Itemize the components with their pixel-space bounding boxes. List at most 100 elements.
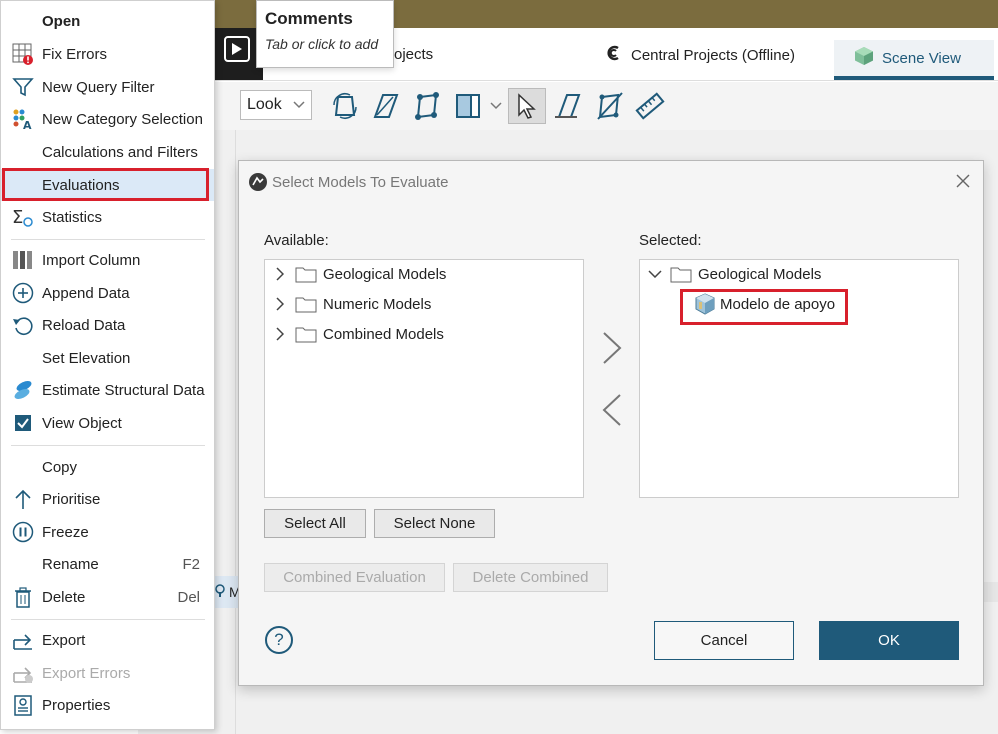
comments-tooltip[interactable]: Comments Tab or click to add	[256, 0, 394, 68]
trash-icon	[11, 585, 35, 609]
funnel-icon	[11, 75, 35, 99]
export-icon	[11, 628, 35, 652]
menu-item-label: Append Data	[42, 284, 130, 302]
menu-item-label: New Category Selection	[42, 110, 203, 128]
tree-item-label: Numeric Models	[323, 295, 432, 313]
checkbox-checked-icon	[11, 411, 35, 435]
tab-scene-view[interactable]: Scene View	[834, 40, 994, 80]
menu-item-copy[interactable]: Copy	[1, 451, 214, 483]
select-all-button[interactable]: Select All	[264, 509, 366, 538]
tree-item-label: Geological Models	[323, 265, 447, 283]
play-icon[interactable]	[224, 36, 250, 62]
tree-item-label: Geological Models	[698, 265, 822, 283]
tree-item-geological-models-selected[interactable]: Geological Models	[646, 262, 821, 286]
table-icon	[984, 582, 998, 602]
ruler-icon[interactable]	[634, 90, 666, 122]
cancel-button[interactable]: Cancel	[654, 621, 794, 660]
selected-label: Selected:	[639, 232, 702, 249]
context-menu: Open Fix Errors New Query Filter A New C…	[0, 0, 215, 730]
menu-item-reload-data[interactable]: Reload Data	[1, 309, 214, 341]
add-selection-arrow-icon[interactable]	[598, 330, 626, 366]
close-icon[interactable]	[952, 170, 974, 192]
rotate-view-icon[interactable]	[329, 90, 361, 122]
import-column-icon	[11, 248, 35, 272]
pause-circle-icon	[11, 520, 35, 544]
chevron-right-icon[interactable]	[271, 327, 289, 341]
menu-item-delete[interactable]: Delete Del	[1, 581, 214, 613]
menu-item-export-errors: Export Errors	[1, 657, 214, 689]
menu-item-label: Rename	[42, 555, 99, 573]
menu-item-new-query-filter[interactable]: New Query Filter	[1, 71, 214, 103]
available-list[interactable]: Geological Models Numeric Models Combine…	[264, 259, 584, 498]
help-icon[interactable]: ?	[265, 626, 293, 654]
fix-errors-icon	[11, 42, 35, 66]
menu-item-label: Properties	[42, 696, 111, 714]
plus-circle-icon	[11, 281, 35, 305]
menu-item-append-data[interactable]: Append Data	[1, 277, 214, 309]
menu-item-estimate-structural-data[interactable]: Estimate Structural Data	[1, 374, 214, 406]
tab-scene-label: Scene View	[882, 49, 961, 67]
available-label: Available:	[264, 232, 329, 249]
menu-item-freeze[interactable]: Freeze	[1, 516, 214, 548]
menu-item-view-object[interactable]: View Object	[1, 407, 214, 439]
menu-item-shortcut: Del	[177, 588, 200, 606]
menu-item-statistics[interactable]: Σ Statistics	[1, 201, 214, 233]
chevron-down-icon[interactable]	[646, 270, 664, 278]
slice-icon[interactable]	[452, 90, 484, 122]
tab-central-projects[interactable]: Central Projects (Offline)	[605, 44, 795, 66]
menu-item-label: Export Errors	[42, 664, 131, 682]
menu-item-calculations-filters[interactable]: Calculations and Filters	[1, 136, 214, 168]
slice-dropdown-icon[interactable]	[486, 90, 506, 122]
remove-selection-arrow-icon[interactable]	[598, 392, 626, 428]
menu-item-shortcut: F2	[182, 555, 200, 573]
menu-item-label: Calculations and Filters	[42, 143, 198, 161]
arrow-up-icon	[11, 487, 35, 511]
menu-item-rename[interactable]: Rename F2	[1, 548, 214, 580]
menu-item-label: Freeze	[42, 523, 89, 541]
folder-icon	[295, 265, 317, 283]
combined-evaluation-label: Combined Evaluation	[283, 569, 426, 586]
menu-separator	[11, 445, 205, 446]
tree-item-numeric-models[interactable]: Numeric Models	[271, 292, 431, 316]
menu-item-new-category-selection[interactable]: A New Category Selection	[1, 103, 214, 135]
menu-item-label: Estimate Structural Data	[42, 381, 205, 399]
tree-item-label: Combined Models	[323, 325, 444, 343]
menu-item-properties[interactable]: Properties	[1, 689, 214, 721]
menu-separator	[11, 619, 205, 620]
folder-icon	[295, 295, 317, 313]
draw-plane-icon[interactable]	[370, 90, 402, 122]
menu-item-label: Export	[42, 631, 86, 649]
chevron-right-icon[interactable]	[271, 297, 289, 311]
tab-projects[interactable]: ojects	[394, 46, 433, 63]
reload-icon	[11, 313, 35, 337]
select-none-label: Select None	[393, 515, 476, 532]
menu-separator	[11, 239, 205, 240]
select-none-button[interactable]: Select None	[374, 509, 495, 538]
project-tree-strip	[215, 130, 236, 734]
menu-item-fix-errors[interactable]: Fix Errors	[1, 38, 214, 70]
chevron-right-icon[interactable]	[271, 267, 289, 281]
sigma-icon: Σ	[11, 205, 35, 229]
background-tree-row: M	[215, 576, 241, 608]
edit-points-icon[interactable]	[593, 90, 625, 122]
menu-item-label: Open	[42, 12, 81, 30]
cancel-label: Cancel	[700, 632, 748, 649]
central-logo-icon	[605, 44, 623, 66]
ok-button[interactable]: OK	[819, 621, 959, 660]
svg-text:A: A	[23, 119, 32, 130]
tree-item-geological-models[interactable]: Geological Models	[271, 262, 446, 286]
menu-item-open[interactable]: Open	[1, 5, 214, 37]
help-label: ?	[274, 630, 284, 649]
menu-item-set-elevation[interactable]: Set Elevation	[1, 342, 214, 374]
modelo-highlight-box	[680, 289, 848, 325]
menu-item-import-column[interactable]: Import Column	[1, 244, 214, 276]
tree-item-combined-models[interactable]: Combined Models	[271, 322, 444, 346]
look-select[interactable]: Look	[240, 90, 312, 120]
comments-hint: Tab or click to add	[265, 36, 379, 52]
structural-data-icon	[11, 378, 35, 402]
edit-polygon-icon[interactable]	[411, 90, 443, 122]
measure-plane-icon[interactable]	[552, 90, 584, 122]
menu-item-export[interactable]: Export	[1, 624, 214, 656]
menu-item-prioritise[interactable]: Prioritise	[1, 483, 214, 515]
select-pointer-icon[interactable]	[508, 88, 546, 124]
